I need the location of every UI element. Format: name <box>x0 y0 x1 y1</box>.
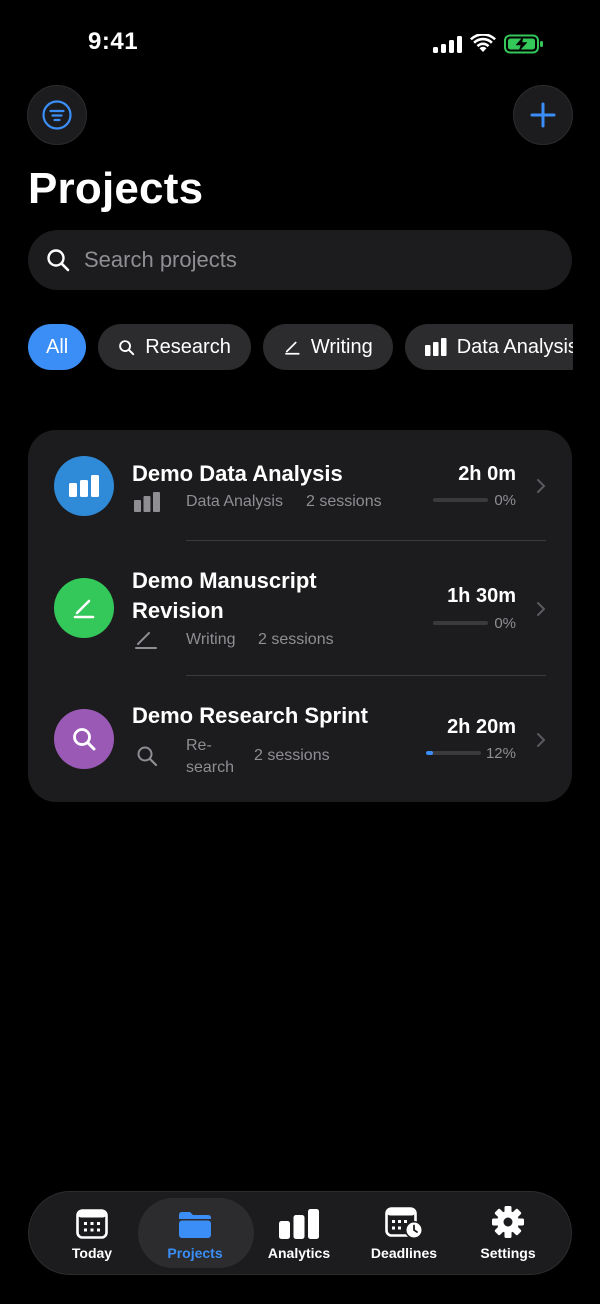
projects-list: Demo Data Analysis Data Analysis 2 sessi… <box>28 430 572 802</box>
progress-label: 0% <box>494 615 516 632</box>
battery-charging-icon <box>504 34 543 54</box>
tab-label: Today <box>71 1245 113 1261</box>
project-duration: 2h 20m <box>447 716 516 738</box>
filter-chip-writing[interactable]: Writing <box>262 324 393 370</box>
progress-bar <box>433 621 488 625</box>
pencil-icon <box>285 341 300 355</box>
chip-label: All <box>46 335 69 358</box>
project-category: Data Analysis <box>186 493 283 510</box>
progress-bar <box>426 751 481 755</box>
tab-label: Settings <box>480 1245 536 1261</box>
project-avatar <box>54 578 114 638</box>
tab-deadlines[interactable]: Deadlines <box>352 1192 456 1274</box>
project-title: Demo Data Analysis <box>132 461 343 486</box>
calendar-icon <box>76 1209 108 1239</box>
project-row-research-sprint[interactable]: Demo Research Sprint Re- search 2 sessio… <box>28 676 572 802</box>
project-avatar <box>54 709 114 769</box>
tab-label: Projects <box>167 1245 223 1261</box>
status-time: 9:41 <box>88 28 139 55</box>
status-icons <box>433 34 544 54</box>
filter-button[interactable] <box>27 85 87 145</box>
project-avatar <box>54 456 114 516</box>
project-category: Writing <box>186 631 236 648</box>
progress-fill <box>426 751 433 755</box>
search-icon <box>119 339 135 355</box>
project-duration: 1h 30m <box>447 585 516 607</box>
cellular-signal-icon <box>433 35 462 53</box>
pencil-icon <box>135 632 157 649</box>
pencil-icon <box>73 599 95 619</box>
chip-label: Data Analysis <box>456 335 573 358</box>
project-title: Demo Research Sprint <box>132 703 368 728</box>
bar-chart-icon <box>69 475 99 497</box>
page-title: Projects <box>28 164 204 213</box>
progress-label: 0% <box>494 492 516 509</box>
search-icon <box>137 746 158 767</box>
progress-label: 12% <box>485 745 516 762</box>
project-row-manuscript-revision[interactable]: Demo Manuscript Revision Writing 2 sessi… <box>28 541 572 675</box>
project-sessions: 2 sessions <box>258 631 334 648</box>
tab-label: Analytics <box>267 1245 331 1261</box>
project-title: Demo Manuscript Revision <box>132 568 317 623</box>
tab-label: Deadlines <box>370 1245 438 1261</box>
project-row-data-analysis[interactable]: Demo Data Analysis Data Analysis 2 sessi… <box>28 430 572 540</box>
chevron-right-icon <box>537 733 545 747</box>
tab-projects[interactable]: Projects <box>143 1192 247 1274</box>
chip-label: Writing <box>310 335 373 358</box>
bar-chart-icon <box>424 338 447 356</box>
search-input[interactable] <box>82 246 526 274</box>
project-sessions: 2 sessions <box>306 493 382 510</box>
tab-analytics[interactable]: Analytics <box>247 1192 351 1274</box>
bar-chart-icon <box>134 492 160 512</box>
filter-chip-research[interactable]: Research <box>98 324 251 370</box>
project-duration: 2h 0m <box>458 463 516 485</box>
progress-bar <box>433 498 488 502</box>
calendar-clock-icon <box>385 1207 423 1239</box>
gear-icon <box>492 1206 524 1238</box>
bar-chart-icon <box>279 1209 319 1239</box>
wifi-icon <box>470 34 496 52</box>
tab-bar: Today Projects Analytics Deadlines Setti… <box>28 1191 572 1275</box>
project-category: Re- search <box>186 737 235 776</box>
search-icon <box>73 728 96 751</box>
plus-icon <box>530 102 556 128</box>
filter-chip-all[interactable]: All <box>28 324 87 370</box>
chevron-right-icon <box>537 602 545 616</box>
add-project-button[interactable] <box>513 85 573 145</box>
filter-icon <box>42 100 72 130</box>
filter-chip-data-analysis[interactable]: Data Analysis <box>404 324 573 370</box>
chevron-right-icon <box>537 479 545 493</box>
tab-settings[interactable]: Settings <box>456 1192 560 1274</box>
chip-label: Research <box>145 335 231 358</box>
search-icon <box>47 249 70 272</box>
tab-today[interactable]: Today <box>40 1192 144 1274</box>
project-sessions: 2 sessions <box>254 747 330 764</box>
filter-chips: All Research Writing Data Analysis <box>28 324 573 370</box>
folder-icon <box>179 1212 211 1238</box>
search-bar[interactable] <box>28 230 572 290</box>
